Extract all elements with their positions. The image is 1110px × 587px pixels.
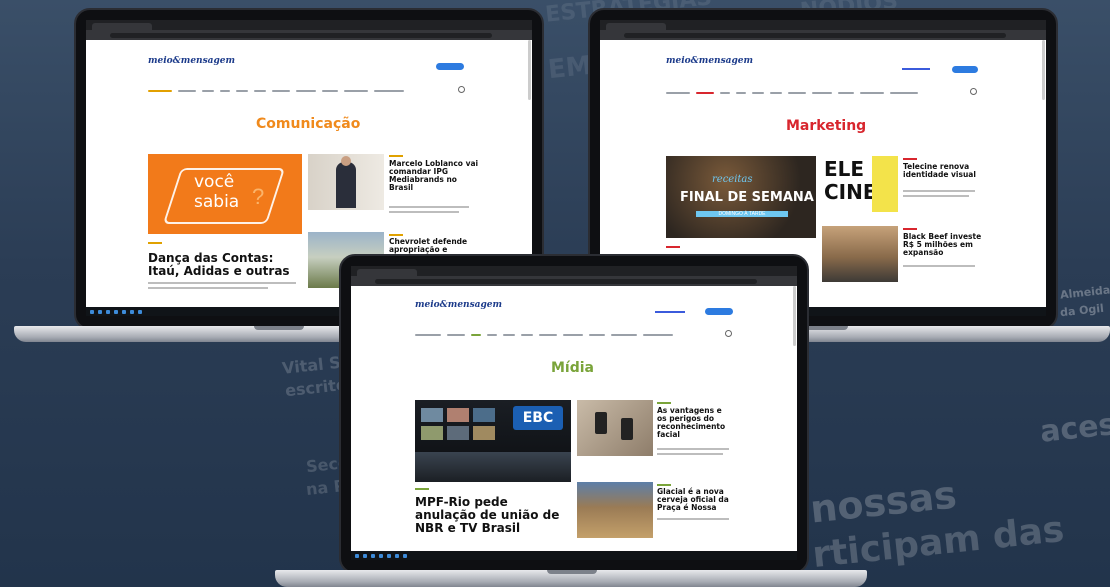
center-laptop: meio&mensagem Mídia EBC MPF-Rio pede anu… [275, 254, 867, 587]
hero-caption: FINAL DE SEMANA [680, 190, 814, 205]
side-story-headline[interactable]: Telecine renova identidade visual [903, 162, 979, 179]
nav-item[interactable] [666, 92, 690, 94]
nav-item[interactable] [202, 90, 214, 92]
nav-item[interactable] [890, 92, 918, 94]
nav-item[interactable] [736, 92, 746, 94]
hero-caption: DOMINGO À TARDE [696, 211, 788, 217]
nav-item[interactable] [178, 90, 196, 92]
section-title: Mídia [551, 360, 594, 376]
nav-item[interactable] [344, 90, 368, 92]
hero-promo-text: você [194, 172, 235, 192]
section-title: Comunicação [256, 116, 361, 132]
taskbar [351, 551, 797, 560]
nav-item[interactable] [643, 334, 673, 336]
site-logo[interactable]: meio&mensagem [148, 56, 235, 66]
nav-menu [148, 90, 404, 92]
signup-link[interactable] [902, 68, 930, 70]
nav-item[interactable] [611, 334, 637, 336]
story-thumbnail[interactable] [308, 154, 384, 210]
search-icon[interactable] [970, 88, 977, 95]
nav-item[interactable] [272, 90, 290, 92]
signup-link[interactable] [655, 311, 685, 313]
nav-item[interactable] [752, 92, 764, 94]
side-story-headline[interactable]: As vantagens e os perigos do reconhecime… [657, 406, 727, 439]
nav-item[interactable] [539, 334, 557, 336]
hero-caption: receitas [712, 174, 753, 185]
nav-item[interactable] [322, 90, 338, 92]
nav-item[interactable] [563, 334, 583, 336]
nav-item[interactable] [503, 334, 515, 336]
nav-item[interactable] [720, 92, 730, 94]
story-thumbnail[interactable] [577, 400, 653, 456]
main-headline[interactable]: MPF-Rio pede anulação de união de NBR e … [415, 496, 571, 535]
search-icon[interactable] [725, 330, 732, 337]
ebc-badge: EBC [513, 406, 563, 430]
nav-item-midia[interactable] [471, 334, 481, 336]
side-story-headline[interactable]: Glacial é a nova cerveja oficial da Praç… [657, 487, 733, 512]
side-story-headline[interactable]: Black Beef investe R$ 5 milhões em expan… [903, 232, 983, 257]
nav-item-marketing[interactable] [696, 92, 714, 94]
promo-image[interactable]: ELE CINE [822, 156, 898, 212]
nav-item[interactable] [521, 334, 533, 336]
site-logo[interactable]: meio&mensagem [666, 56, 753, 66]
hero-promo[interactable]: você sabia ? [148, 154, 302, 234]
section-title: Marketing [786, 118, 867, 134]
center-screen: meio&mensagem Mídia EBC MPF-Rio pede anu… [351, 266, 797, 560]
nav-menu [415, 334, 673, 336]
nav-item[interactable] [236, 90, 248, 92]
nav-item[interactable] [770, 92, 782, 94]
nav-item[interactable] [296, 90, 316, 92]
nav-item[interactable] [415, 334, 441, 336]
nav-item-comunicacao[interactable] [148, 90, 172, 92]
login-button[interactable] [705, 308, 733, 315]
search-icon[interactable] [458, 86, 465, 93]
promo-letters: ELE CINE [824, 157, 877, 204]
hero-promo-text: sabia [194, 192, 240, 212]
nav-item[interactable] [589, 334, 605, 336]
login-button[interactable] [952, 66, 978, 73]
nav-item[interactable] [447, 334, 465, 336]
bg-word: acess [1038, 405, 1110, 450]
story-thumbnail[interactable] [577, 482, 653, 538]
nav-item[interactable] [788, 92, 806, 94]
nav-item[interactable] [812, 92, 832, 94]
side-story-headline[interactable]: Chevrolet defende apropriação e [389, 237, 479, 254]
nav-item[interactable] [860, 92, 884, 94]
login-button[interactable] [436, 63, 464, 70]
hero-image[interactable]: receitas FINAL DE SEMANA DOMINGO À TARDE [666, 156, 816, 238]
site-logo[interactable]: meio&mensagem [415, 300, 502, 310]
nav-menu [666, 92, 918, 94]
nav-item[interactable] [254, 90, 266, 92]
side-story-headline[interactable]: Marcelo Loblanco vai comandar IPG Mediab… [389, 159, 479, 192]
nav-item[interactable] [220, 90, 230, 92]
nav-item[interactable] [838, 92, 854, 94]
nav-item[interactable] [487, 334, 497, 336]
nav-item[interactable] [374, 90, 404, 92]
hero-image[interactable]: EBC [415, 400, 571, 482]
